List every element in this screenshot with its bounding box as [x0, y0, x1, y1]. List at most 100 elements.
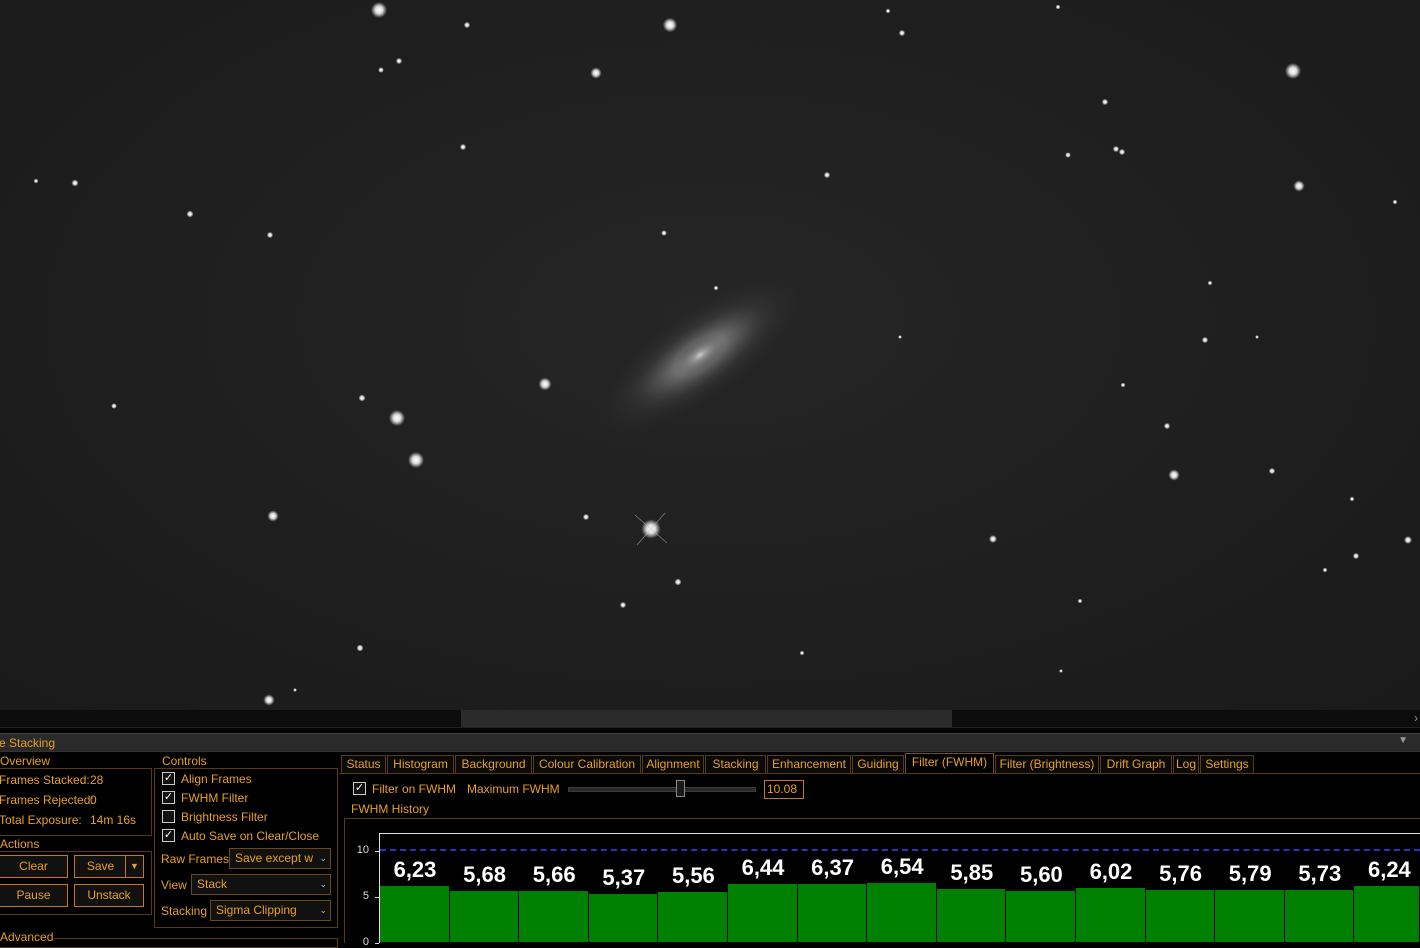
tab-enhancement[interactable]: Enhancement [767, 755, 851, 773]
star [1255, 335, 1259, 339]
unstack-button[interactable]: Unstack [74, 884, 144, 907]
star [661, 230, 667, 236]
star [1168, 469, 1180, 481]
star [1207, 280, 1213, 286]
tab-status[interactable]: Status [341, 755, 386, 773]
star [1101, 98, 1109, 106]
star [1077, 598, 1083, 604]
chevron-right-icon[interactable]: › [1414, 710, 1418, 727]
total-exposure-label: Total Exposure: [0, 813, 82, 827]
fwhm-filter-checkbox[interactable]: ✓ [162, 791, 175, 804]
fwhm-bar-label: 5,85 [950, 860, 994, 886]
star [662, 17, 678, 33]
star [266, 231, 274, 239]
max-fwhm-slider[interactable] [568, 787, 756, 792]
tab-histogram[interactable]: Histogram [387, 755, 454, 773]
star [1404, 536, 1412, 544]
fwhm-bar [658, 891, 728, 942]
star [799, 650, 805, 656]
star [389, 410, 405, 426]
align-frames-label[interactable]: Align Frames [181, 772, 252, 786]
fwhm-bar [380, 885, 450, 942]
max-fwhm-slider-thumb[interactable] [676, 780, 685, 797]
fwhm-bar-label: 5,56 [671, 862, 715, 888]
auto-save-label[interactable]: Auto Save on Clear/Close [181, 829, 319, 843]
star [459, 143, 467, 151]
star [538, 377, 552, 391]
star [1118, 148, 1126, 156]
fwhm-bar [1284, 890, 1355, 942]
tab-log[interactable]: Log [1173, 755, 1199, 773]
filter-on-fwhm-label[interactable]: Filter on FWHM [372, 782, 456, 796]
tab-alignment[interactable]: Alignment [642, 755, 704, 773]
fwhm-bar [1354, 885, 1420, 942]
star [111, 403, 117, 409]
tab-stacking[interactable]: Stacking [705, 755, 766, 773]
frames-stacked-value: 28 [90, 773, 104, 787]
stacked-image-view[interactable] [0, 0, 1420, 710]
controls-label: Controls [161, 754, 208, 768]
fwhm-bar-label: 5,79 [1228, 860, 1272, 886]
save-dropdown-icon[interactable]: ▼ [125, 856, 143, 877]
star [1268, 467, 1276, 475]
star [1112, 145, 1120, 153]
star [1163, 422, 1171, 430]
scrollbar-thumb[interactable] [461, 710, 952, 727]
tab-settings[interactable]: Settings [1200, 755, 1254, 773]
tab-colour-calibration[interactable]: Colour Calibration [533, 755, 641, 773]
chart-title: FWHM History [350, 802, 430, 816]
star [823, 171, 831, 179]
star [293, 688, 297, 692]
star [186, 210, 194, 218]
auto-save-checkbox[interactable]: ✓ [162, 829, 175, 842]
galaxy [594, 274, 806, 436]
brightness-filter-label[interactable]: Brightness Filter [181, 810, 268, 824]
view-label: View [161, 878, 187, 892]
fwhm-bar-label: 5,76 [1159, 861, 1202, 886]
fwhm-bar-label: 5,68 [463, 861, 506, 887]
fwhm-bar [797, 884, 868, 942]
panel-menu-icon[interactable]: ▼ [1398, 735, 1408, 746]
star-field-image [33, 2, 1412, 706]
fwhm-bar [449, 890, 520, 942]
horizontal-scrollbar[interactable]: › [0, 710, 1420, 727]
y-tick-mark [375, 897, 379, 898]
raw-frames-select[interactable]: Save except w ⌄ [229, 848, 331, 869]
fwhm-bar-label: 6,54 [880, 853, 924, 879]
fwhm-bar [1145, 890, 1216, 942]
filter-on-fwhm-checkbox[interactable]: ✓ [353, 782, 366, 795]
stacking-value: Sigma Clipping [216, 903, 297, 917]
tab-filter-fwhm[interactable]: Filter (FWHM) [905, 753, 994, 773]
save-button[interactable]: Save ▼ [74, 855, 144, 878]
star [1201, 336, 1209, 344]
pause-button[interactable]: Pause [0, 884, 68, 907]
tab-filter-brightness[interactable]: Filter (Brightness) [995, 755, 1099, 773]
max-fwhm-input[interactable]: 10.08 [764, 780, 804, 799]
fwhm-filter-label[interactable]: FWHM Filter [181, 791, 248, 805]
y-tick-mark [375, 943, 379, 944]
star [582, 513, 590, 521]
advanced-label[interactable]: Advanced [0, 931, 55, 944]
fwhm-bar-label: 6,23 [393, 856, 437, 882]
align-frames-checkbox[interactable]: ✓ [162, 772, 175, 785]
tab-guiding[interactable]: Guiding [852, 755, 904, 773]
y-tick-label: 0 [362, 936, 369, 948]
view-select[interactable]: Stack ⌄ [191, 874, 331, 895]
fwhm-bar-label: 5,37 [602, 864, 646, 890]
brightness-filter-checkbox[interactable] [162, 810, 175, 823]
tab-background[interactable]: Background [455, 755, 532, 773]
stacking-select[interactable]: Sigma Clipping ⌄ [210, 900, 331, 921]
clear-button[interactable]: Clear [0, 855, 68, 878]
star [1392, 199, 1398, 205]
star [989, 535, 997, 543]
panel-title-bar: ve Stacking ▼ [0, 733, 1420, 752]
fwhm-bar [1076, 887, 1146, 942]
star [590, 67, 602, 79]
save-label: Save [86, 859, 115, 873]
overview-label: Overview [0, 754, 52, 768]
tab-drift-graph[interactable]: Drift Graph [1100, 755, 1172, 773]
chevron-down-icon: ⌄ [319, 879, 327, 889]
fwhm-bar [936, 889, 1007, 942]
diffraction-spikes [634, 512, 668, 546]
star [33, 178, 39, 184]
